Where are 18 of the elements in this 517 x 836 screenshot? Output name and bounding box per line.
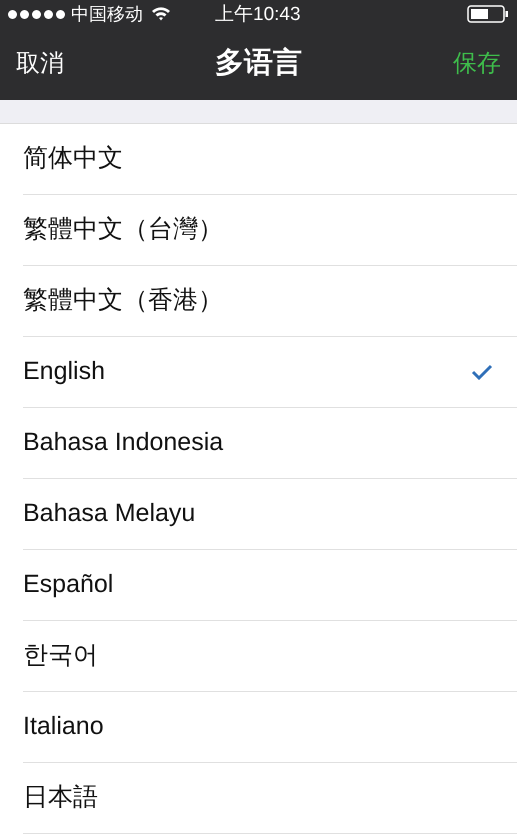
language-option[interactable]: 한국어 [23,621,517,692]
carrier-name: 中国移动 [71,5,143,23]
language-option[interactable]: Español [23,550,517,621]
language-option[interactable]: Bahasa Indonesia [23,408,517,479]
language-option[interactable]: Bahasa Melayu [23,479,517,550]
language-option[interactable]: 繁體中文（香港） [23,266,517,337]
language-option[interactable]: English [23,337,517,408]
save-button[interactable]: 保存 [453,46,501,82]
signal-icon [8,10,65,18]
nav-title: 多语言 [215,46,302,82]
battery-icon [467,4,509,24]
clock-time: 上午10:43 [215,4,301,24]
cancel-button[interactable]: 取消 [16,46,64,82]
language-option[interactable]: 繁體中文（台灣） [23,195,517,266]
language-option[interactable]: 简体中文 [23,124,517,195]
language-option[interactable]: 日本語 [23,763,517,834]
language-option[interactable]: Italiano [23,692,517,763]
wifi-icon [151,6,171,22]
